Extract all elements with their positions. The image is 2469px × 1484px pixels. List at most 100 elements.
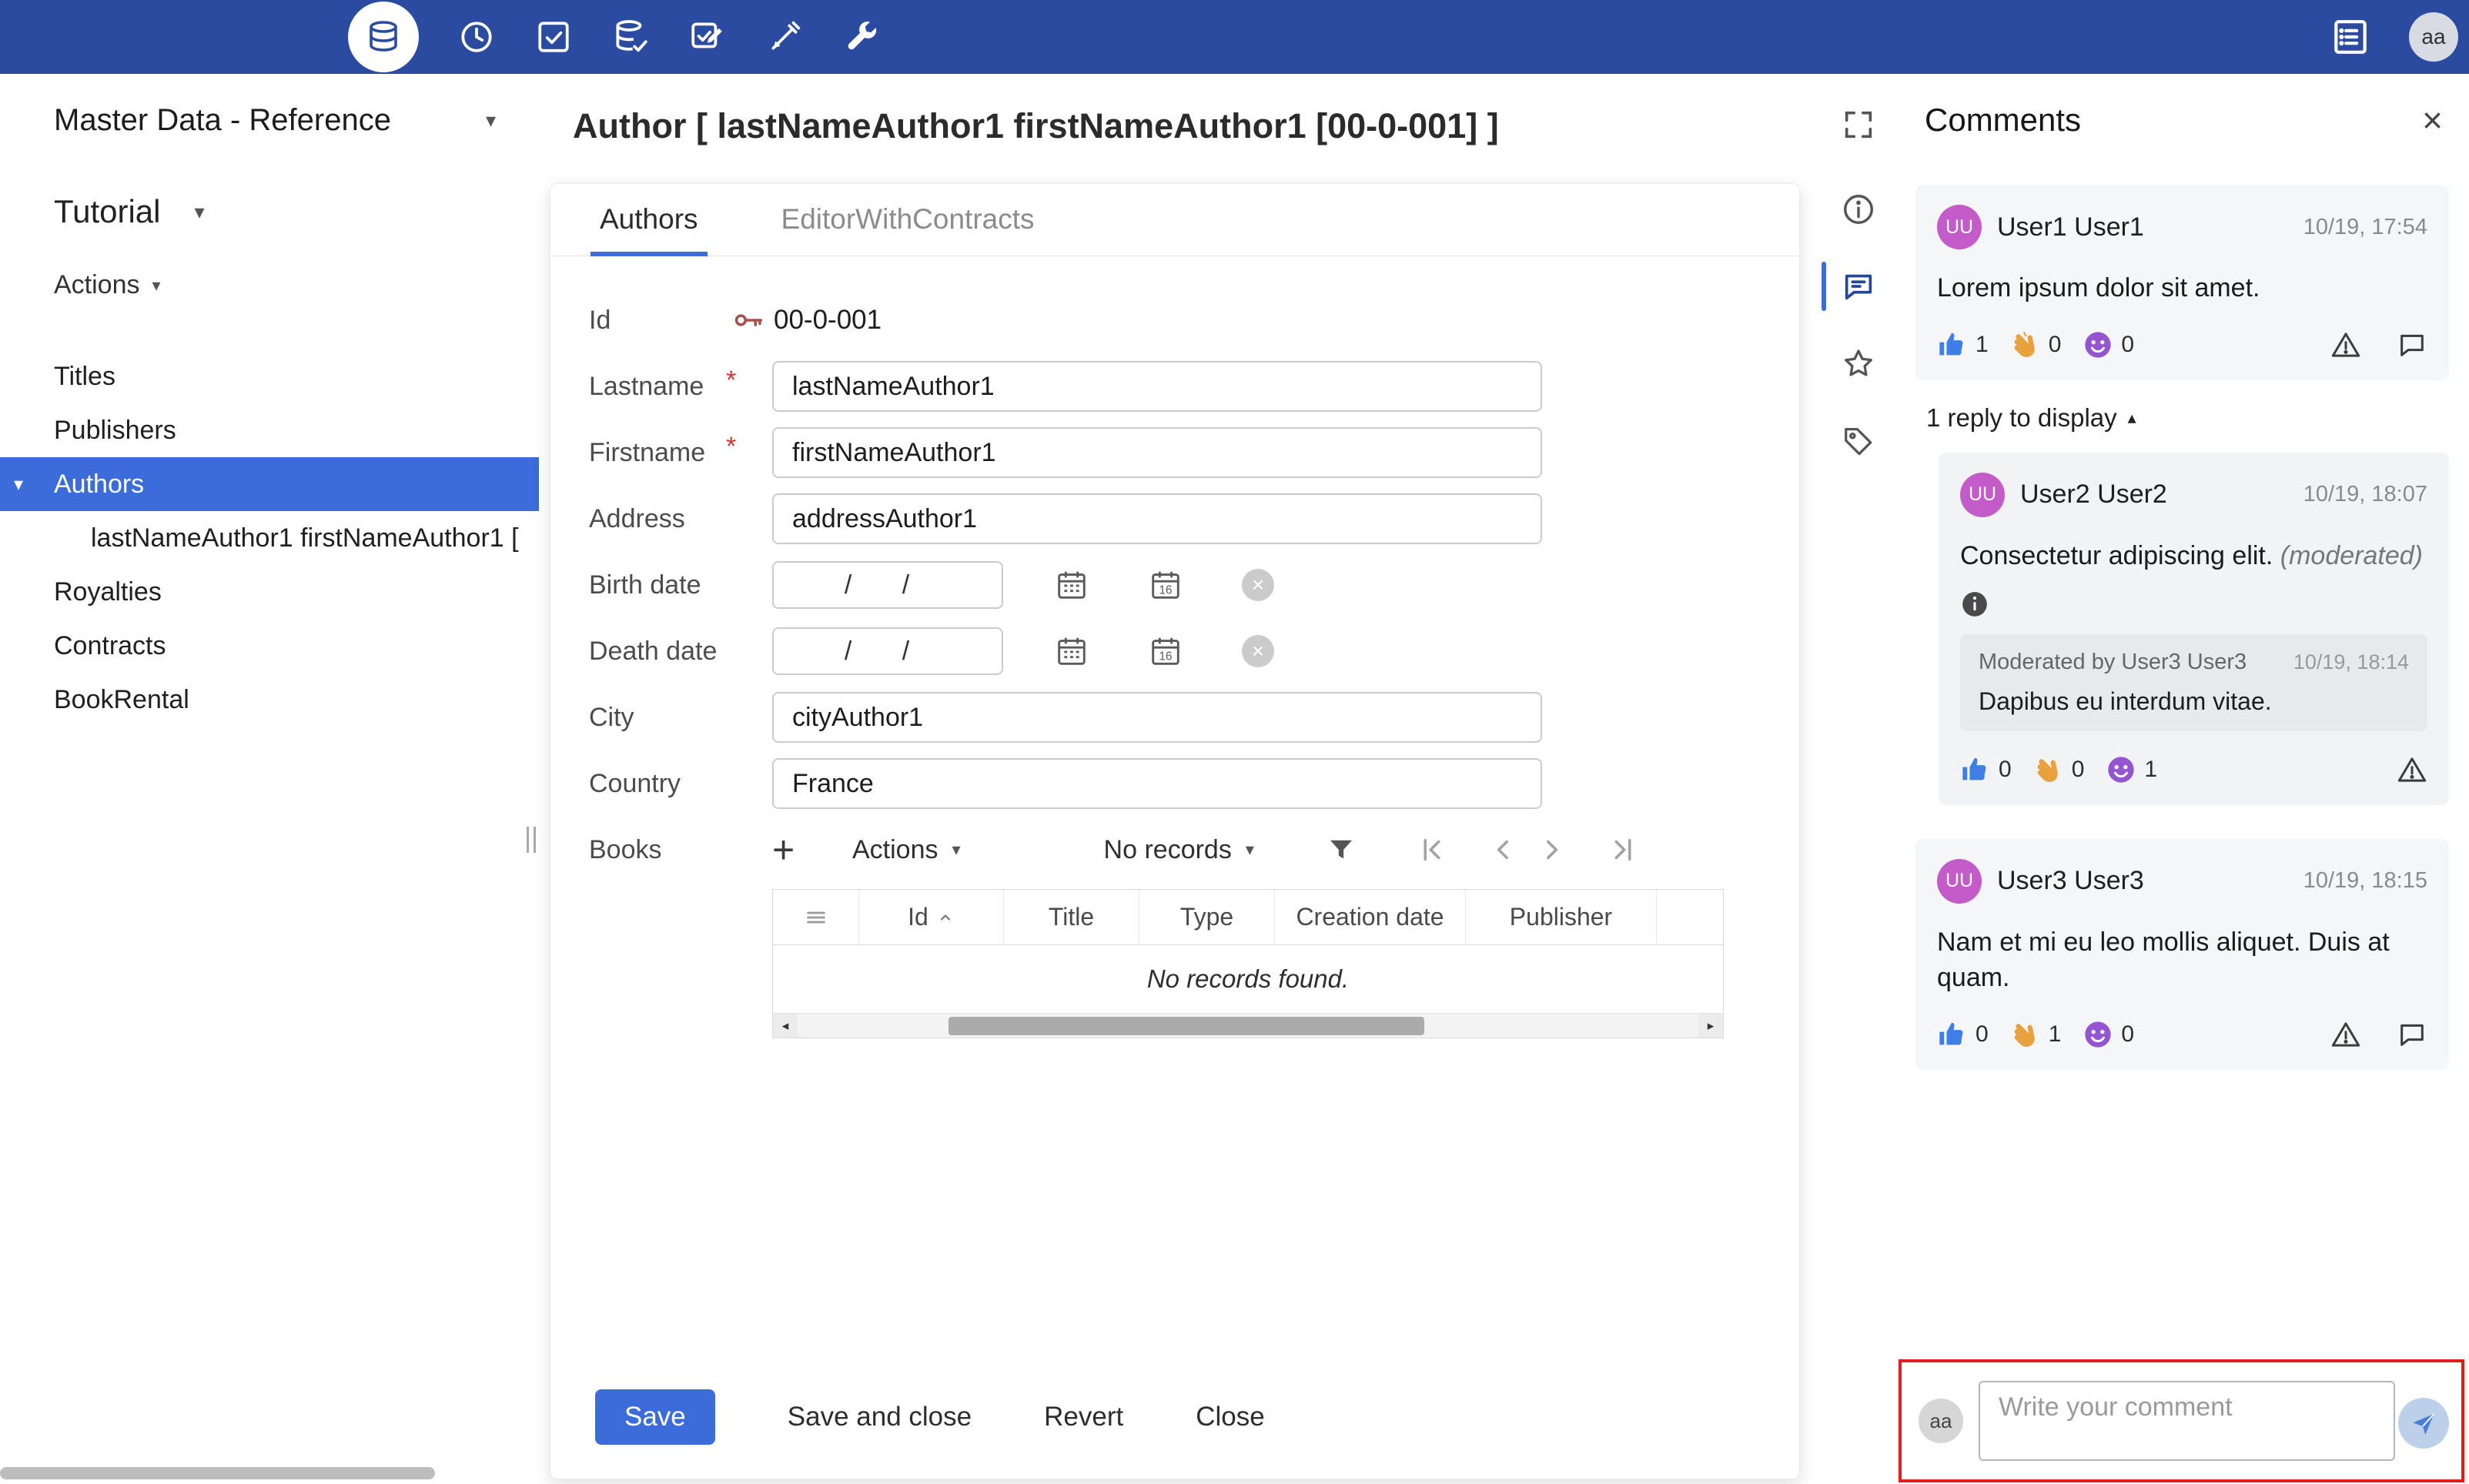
tags-panel-icon[interactable] bbox=[1822, 402, 1895, 479]
column-id[interactable]: Id bbox=[859, 890, 1004, 944]
tasks-check-icon[interactable] bbox=[534, 18, 573, 56]
column-publisher[interactable]: Publisher bbox=[1466, 890, 1657, 944]
column-creation-date[interactable]: Creation date bbox=[1275, 890, 1466, 944]
calendar-date-icon[interactable]: 16 bbox=[1148, 567, 1183, 603]
tab-editorwithcontracts[interactable]: EditorWithContracts bbox=[777, 203, 1039, 256]
sidebar-item-contracts[interactable]: Contracts bbox=[0, 619, 539, 673]
calendar-icon[interactable] bbox=[1054, 567, 1089, 603]
drag-handle-icon[interactable] bbox=[802, 904, 830, 931]
report-warning-icon[interactable] bbox=[2330, 1019, 2361, 1050]
master-data-icon[interactable] bbox=[348, 2, 419, 72]
reply-comment-icon[interactable] bbox=[2397, 329, 2427, 360]
calendar-date-icon[interactable]: 16 bbox=[1148, 633, 1183, 669]
info-panel-icon[interactable] bbox=[1822, 171, 1895, 248]
last-page-icon[interactable] bbox=[1607, 834, 1639, 866]
project-selector[interactable]: Tutorial ▾ bbox=[0, 193, 539, 230]
next-page-icon[interactable] bbox=[1536, 834, 1568, 866]
country-field[interactable] bbox=[772, 758, 1542, 809]
workspace-selector[interactable]: Master Data - Reference ▾ bbox=[0, 103, 539, 138]
column-type[interactable]: Type bbox=[1139, 890, 1275, 944]
country-label: Country bbox=[589, 768, 681, 798]
moderation-info-icon bbox=[1962, 591, 1987, 617]
books-actions-menu[interactable]: Actions ▾ bbox=[852, 835, 961, 865]
history-clock-icon[interactable] bbox=[457, 18, 496, 56]
previous-page-icon[interactable] bbox=[1487, 834, 1519, 866]
lastname-field[interactable] bbox=[772, 361, 1542, 412]
report-warning-icon[interactable] bbox=[2330, 329, 2361, 360]
close-button[interactable]: Close bbox=[1196, 1402, 1264, 1432]
sidebar-actions-menu[interactable]: Actions ▾ bbox=[0, 270, 539, 300]
sidebar-resize-handle[interactable] bbox=[527, 827, 536, 853]
city-field[interactable] bbox=[772, 692, 1542, 743]
like-reaction[interactable]: 0 bbox=[1960, 754, 2012, 785]
moderation-text: Dapibus eu interdum vitae. bbox=[1979, 687, 2272, 715]
sidebar-horizontal-scrollbar[interactable] bbox=[0, 1467, 435, 1479]
comment-input[interactable] bbox=[1979, 1381, 2395, 1461]
scroll-left-arrow[interactable]: ◂ bbox=[773, 1014, 798, 1038]
scroll-right-arrow[interactable]: ▸ bbox=[1698, 1014, 1723, 1038]
dart-icon[interactable] bbox=[765, 18, 804, 56]
clap-reaction[interactable]: 0 bbox=[2033, 754, 2084, 785]
sort-asc-icon[interactable] bbox=[936, 908, 955, 927]
like-reaction[interactable]: 0 bbox=[1937, 1019, 1989, 1050]
address-field[interactable] bbox=[772, 493, 1542, 544]
paper-plane-icon bbox=[2413, 1413, 2435, 1435]
log-list-icon[interactable] bbox=[2329, 15, 2372, 58]
address-row: Address bbox=[589, 493, 1799, 544]
smiley-reaction[interactable]: 0 bbox=[2083, 329, 2134, 360]
birth-date-field[interactable] bbox=[772, 561, 1003, 609]
smiley-reaction[interactable]: 0 bbox=[2083, 1019, 2134, 1050]
birth-date-icons: 16 × bbox=[1054, 567, 1274, 603]
report-warning-icon[interactable] bbox=[2397, 754, 2427, 785]
user-avatar[interactable]: aa bbox=[2409, 12, 2458, 62]
sidebar-item-author-record[interactable]: lastNameAuthor1 firstNameAuthor1 [ bbox=[0, 511, 539, 565]
comment-author: User2 User2 bbox=[2020, 480, 2167, 510]
first-page-icon[interactable] bbox=[1416, 834, 1448, 866]
data-check-icon[interactable] bbox=[611, 18, 650, 56]
save-button[interactable]: Save bbox=[595, 1389, 715, 1445]
expand-icon[interactable] bbox=[1822, 97, 1895, 152]
sidebar-item-publishers[interactable]: Publishers bbox=[0, 403, 539, 457]
scrollbar-thumb[interactable] bbox=[948, 1017, 1424, 1035]
empty-table-message: No records found. bbox=[1146, 964, 1350, 993]
filter-icon[interactable] bbox=[1325, 834, 1357, 866]
sidebar-item-bookrental[interactable]: BookRental bbox=[0, 673, 539, 727]
sidebar: Master Data - Reference ▾ Tutorial ▾ Act… bbox=[0, 74, 539, 1484]
save-and-close-button[interactable]: Save and close bbox=[788, 1402, 972, 1432]
sidebar-nav: Titles Publishers ▾ Authors lastNameAuth… bbox=[0, 349, 539, 727]
comments-panel-icon[interactable] bbox=[1822, 248, 1895, 325]
sidebar-item-royalties[interactable]: Royalties bbox=[0, 565, 539, 619]
records-count-dropdown[interactable]: No records ▾ bbox=[1104, 835, 1254, 865]
reply-comment-icon[interactable] bbox=[2397, 1019, 2427, 1050]
id-label: Id bbox=[589, 305, 611, 335]
smiley-reaction[interactable]: 1 bbox=[2106, 754, 2157, 785]
comment-card: UU User1 User1 10/19, 17:54 Lorem ipsum … bbox=[1915, 185, 2449, 380]
calendar-icon[interactable] bbox=[1054, 633, 1089, 669]
clap-reaction[interactable]: 0 bbox=[2010, 329, 2061, 360]
add-book-button[interactable]: + bbox=[772, 831, 815, 869]
reply-toggle[interactable]: 1 reply to display ▴ bbox=[1926, 403, 2449, 433]
sidebar-item-authors[interactable]: ▾ Authors bbox=[0, 457, 539, 511]
comment-author: User1 User1 bbox=[1997, 212, 2144, 242]
column-title[interactable]: Title bbox=[1004, 890, 1139, 944]
main-area: Author [ lastNameAuthor1 firstNameAuthor… bbox=[539, 74, 1822, 1484]
close-panel-icon[interactable]: × bbox=[2422, 102, 2443, 138]
clear-date-icon[interactable]: × bbox=[1242, 635, 1274, 667]
like-reaction[interactable]: 1 bbox=[1937, 329, 1989, 360]
clap-reaction[interactable]: 1 bbox=[2010, 1019, 2061, 1050]
thumbs-up-icon bbox=[1939, 1022, 1963, 1044]
firstname-field[interactable] bbox=[772, 427, 1542, 478]
send-comment-button[interactable] bbox=[2398, 1398, 2449, 1449]
topbar-nav-icons bbox=[348, 2, 881, 72]
favorites-star-icon[interactable] bbox=[1822, 325, 1895, 402]
id-row: Id 00-0-001 bbox=[589, 295, 1799, 346]
tab-authors[interactable]: Authors bbox=[590, 203, 708, 256]
revert-button[interactable]: Revert bbox=[1044, 1402, 1123, 1432]
wrench-icon[interactable] bbox=[842, 18, 881, 56]
sidebar-item-titles[interactable]: Titles bbox=[0, 349, 539, 403]
death-date-field[interactable] bbox=[772, 627, 1003, 675]
validation-edit-icon[interactable] bbox=[688, 18, 727, 56]
table-horizontal-scrollbar[interactable]: ◂ ▸ bbox=[773, 1013, 1723, 1038]
annotation-highlight: aa bbox=[1899, 1359, 2464, 1482]
clear-date-icon[interactable]: × bbox=[1242, 569, 1274, 601]
